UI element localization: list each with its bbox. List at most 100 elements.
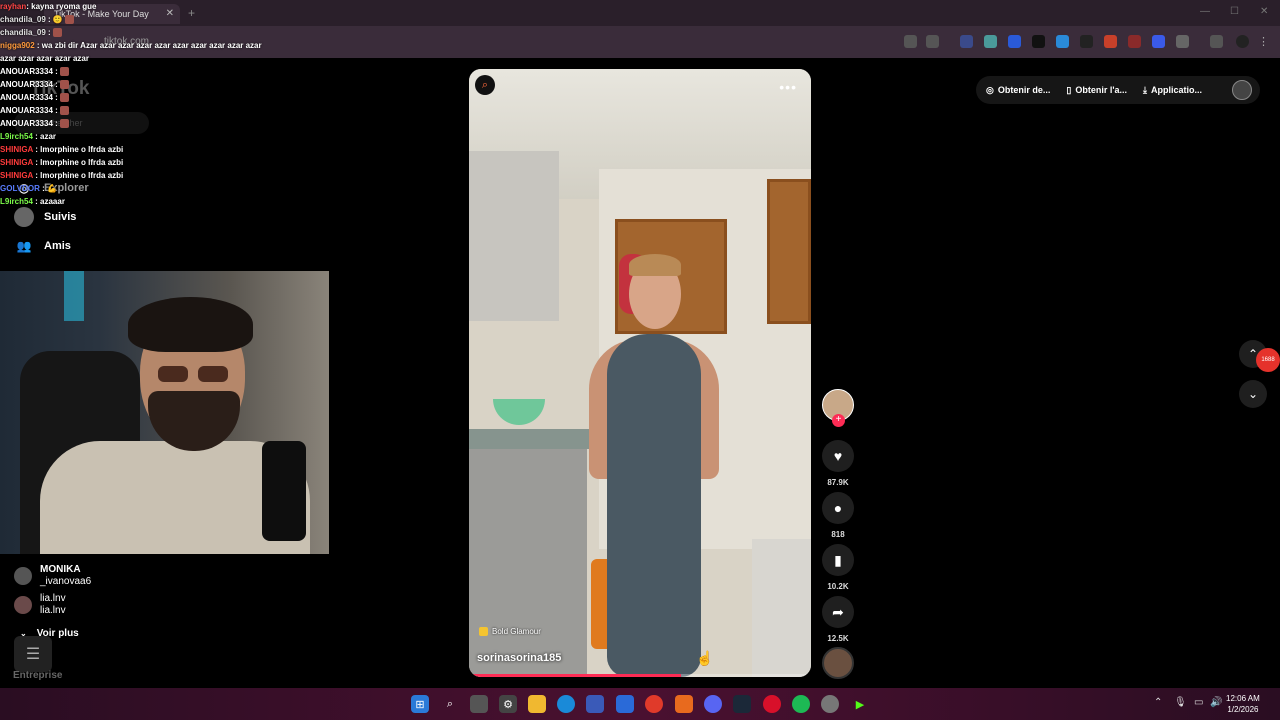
minimize-icon[interactable]: — xyxy=(1200,6,1210,17)
emote-icon xyxy=(60,93,70,103)
maximize-icon[interactable]: ☐ xyxy=(1230,6,1239,17)
save-action[interactable]: ▮ 10.2K xyxy=(822,544,854,591)
avatar xyxy=(14,596,32,614)
system-clock[interactable]: 12:06 AM 1/2/2026 xyxy=(1226,693,1260,715)
mail-icon[interactable] xyxy=(616,695,634,713)
comment-count: 818 xyxy=(831,530,845,539)
profile-avatar[interactable] xyxy=(1232,80,1252,100)
bookmark-star-icon[interactable] xyxy=(926,35,939,48)
menu-toggle-button[interactable]: ☰ xyxy=(14,636,52,672)
download-icon: ⤓ xyxy=(1142,84,1147,95)
media-icon[interactable] xyxy=(1210,35,1223,48)
download-app-button[interactable]: ⤓ Applicatio... xyxy=(1143,85,1202,96)
extension-icon[interactable] xyxy=(1152,35,1165,48)
chat-username: ANOUAR3334 xyxy=(0,67,53,76)
file-explorer-icon[interactable] xyxy=(528,695,546,713)
emote-icon xyxy=(60,80,70,90)
install-icon[interactable] xyxy=(904,35,917,48)
more-options-icon[interactable]: ••• xyxy=(779,79,797,95)
share-icon[interactable]: ➦ xyxy=(822,596,854,628)
chat-username: ANOUAR3334 xyxy=(0,106,53,115)
effect-tag[interactable]: Bold Glamour xyxy=(479,627,541,636)
puzzle-icon[interactable] xyxy=(1176,35,1189,48)
opera-icon[interactable] xyxy=(763,695,781,713)
video-player[interactable]: ⌕ ••• Bold Glamour sorinasorina185 xyxy=(469,69,811,677)
comment-action[interactable]: ● 818 xyxy=(822,492,854,539)
share-action[interactable]: ➦ 12.5K xyxy=(822,596,854,643)
chat-message: SHINIGA : lmorphine o lfrda azbi xyxy=(0,143,270,156)
kick-icon[interactable]: ▶ xyxy=(851,695,869,713)
next-video-button[interactable]: ⌄ xyxy=(1239,380,1267,408)
bookmark-icon[interactable]: ▮ xyxy=(822,544,854,576)
chat-message: L9irch54 : azaaar xyxy=(0,195,270,208)
get-app-button[interactable]: ▯ Obtenir l'a... xyxy=(1066,85,1127,96)
like-action[interactable]: ♥ 87.9K xyxy=(822,440,854,487)
video-progress-fill xyxy=(469,674,682,677)
store-icon[interactable] xyxy=(586,695,604,713)
extension-icon[interactable] xyxy=(1104,35,1117,48)
save-count: 10.2K xyxy=(827,582,849,591)
steam-icon[interactable] xyxy=(733,695,751,713)
chat-username: ANOUAR3334 xyxy=(0,119,53,128)
discord-icon[interactable] xyxy=(704,695,722,713)
chat-message: ANOUAR3334 : xyxy=(0,91,270,104)
extension-badge-icon[interactable]: 1688 xyxy=(1256,348,1280,372)
emote-icon xyxy=(65,15,75,25)
app-icon[interactable] xyxy=(675,695,693,713)
download-app-label: Applicatio... xyxy=(1150,85,1202,95)
heart-icon[interactable]: ♥ xyxy=(822,440,854,472)
like-count: 87.9K xyxy=(827,478,849,487)
extension-icon[interactable] xyxy=(984,35,997,48)
suggested-account[interactable]: MONIKA _ivanovaa6 xyxy=(14,564,91,588)
chat-text: : 🙂 xyxy=(45,15,66,24)
extension-icon[interactable] xyxy=(1056,35,1069,48)
app-icon[interactable] xyxy=(821,695,839,713)
video-username[interactable]: sorinasorina185 xyxy=(477,652,561,664)
top-action-bar: ◎ Obtenir de... ▯ Obtenir l'a... ⤓ Applicat… xyxy=(976,76,1260,104)
menu-icon[interactable]: ⋮ xyxy=(1258,35,1271,48)
account-handle: _ivanovaa6 xyxy=(40,576,92,587)
extension-icon[interactable] xyxy=(1128,35,1141,48)
chat-message: nigga902 : wa zbi dir Azar azar azar aza… xyxy=(0,39,270,65)
suggested-account[interactable]: lia.lnv lia.lnv xyxy=(14,593,66,617)
task-view-icon[interactable] xyxy=(470,695,488,713)
extension-icon[interactable] xyxy=(1080,35,1093,48)
get-coins-button[interactable]: ◎ Obtenir de... xyxy=(986,85,1050,96)
chat-text: : xyxy=(52,119,61,128)
extension-icon[interactable] xyxy=(1032,35,1045,48)
chat-username: ANOUAR3334 xyxy=(0,80,53,89)
settings-icon[interactable]: ⚙ xyxy=(499,695,517,713)
chat-message: GOLVDOR : 💪 xyxy=(0,182,270,195)
chat-text: : lmorphine o lfrda azbi xyxy=(33,158,124,167)
avatar xyxy=(14,567,32,585)
nav-amis-label: Amis xyxy=(44,240,71,252)
chat-username: chandila_09 xyxy=(0,15,46,24)
nav-suivis[interactable]: Suivis xyxy=(14,207,76,227)
follow-plus-icon[interactable]: + xyxy=(832,414,845,427)
video-progress-bar[interactable] xyxy=(469,674,811,677)
chrome-icon[interactable] xyxy=(645,695,663,713)
close-window-icon[interactable]: ✕ xyxy=(1260,6,1268,17)
chat-text: : wa zbi dir Azar azar azar azar azar az… xyxy=(0,41,262,63)
volume-icon[interactable]: 🔊 xyxy=(1210,697,1222,708)
extension-icon[interactable] xyxy=(960,35,973,48)
get-app-label: Obtenir l'a... xyxy=(1075,85,1127,95)
edge-icon[interactable] xyxy=(557,695,575,713)
phone-icon: ▯ xyxy=(1066,84,1072,95)
comment-icon[interactable]: ● xyxy=(822,492,854,524)
network-icon[interactable]: ▭ xyxy=(1194,697,1203,708)
chat-username: rayhan xyxy=(0,2,27,11)
start-icon[interactable]: ⊞ xyxy=(411,695,429,713)
nav-amis[interactable]: 👥 Amis xyxy=(14,236,71,256)
spotify-icon[interactable] xyxy=(792,695,810,713)
search-icon[interactable]: ⌕ xyxy=(475,75,495,95)
entreprise-link[interactable]: Entreprise xyxy=(13,670,62,681)
search-icon[interactable]: ⌕ xyxy=(441,695,459,713)
effect-icon xyxy=(479,627,488,636)
profile-icon[interactable] xyxy=(1236,35,1249,48)
microphone-icon[interactable]: 🎙 xyxy=(1174,697,1187,708)
sound-avatar[interactable] xyxy=(822,647,854,679)
extension-icon[interactable] xyxy=(1008,35,1021,48)
chat-username: nigga902 xyxy=(0,41,35,50)
tray-chevron-icon[interactable]: ⌃ xyxy=(1154,697,1162,708)
